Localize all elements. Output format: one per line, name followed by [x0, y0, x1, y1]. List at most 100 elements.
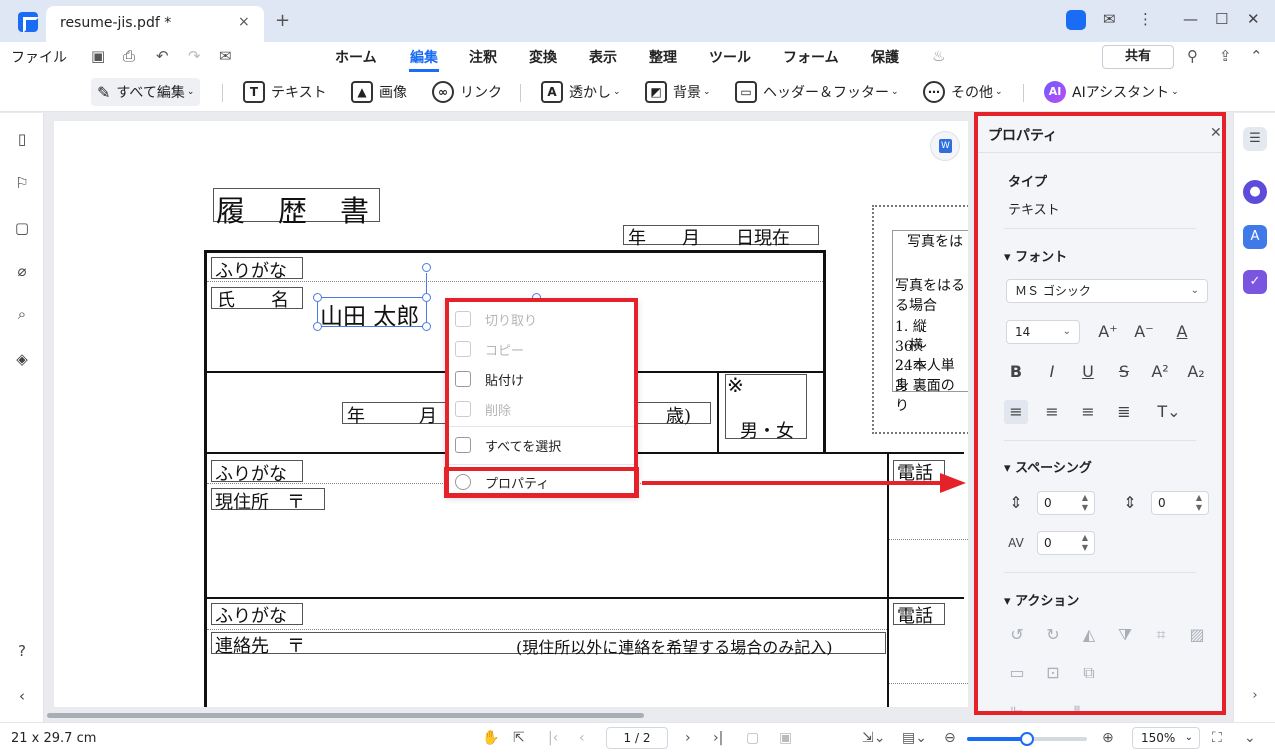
last-page-icon[interactable]: ›|	[713, 730, 723, 746]
menu-home[interactable]: ホーム	[335, 47, 377, 67]
note-mark[interactable]: ※	[727, 373, 744, 397]
align-left-icon[interactable]: ≡	[1004, 400, 1028, 424]
rotate-left-icon[interactable]: ↺	[1006, 624, 1028, 646]
gender-options[interactable]: 男・女	[740, 417, 794, 443]
font-size-select[interactable]: 14 ⌄	[1006, 320, 1080, 344]
redo-icon[interactable]: ↷	[188, 47, 201, 65]
address-label[interactable]: 現住所 〒	[215, 488, 305, 514]
zoom-slider-handle[interactable]	[1020, 732, 1034, 746]
contact-note[interactable]: (現住所以外に連絡を希望する場合のみ記入)	[516, 634, 833, 658]
task-check-icon[interactable]: ✓	[1243, 270, 1267, 294]
collapse-left-icon[interactable]: ‹	[13, 687, 31, 705]
add-link-button[interactable]: ∞ リンク	[432, 78, 502, 106]
upload-icon[interactable]: ⇪	[1219, 47, 1232, 65]
menu-protect[interactable]: 保護	[871, 47, 899, 67]
ocr-icon[interactable]: ⊡	[1042, 662, 1064, 684]
ai-robot-icon[interactable]: ●	[1243, 180, 1267, 204]
increase-font-icon[interactable]: A⁺	[1096, 320, 1120, 344]
font-color-icon[interactable]: A	[1170, 320, 1194, 344]
bookmark-icon[interactable]: ⚐	[13, 174, 31, 192]
connect-icon[interactable]: ⚲	[1187, 47, 1198, 65]
menu-tools[interactable]: ツール	[709, 47, 751, 67]
resize-handle[interactable]	[313, 322, 322, 331]
replace-image-icon[interactable]: ▨	[1186, 624, 1208, 646]
account-icon[interactable]	[1066, 10, 1086, 30]
strikethrough-icon[interactable]: S	[1112, 360, 1136, 384]
ai-assistant-button[interactable]: AI AIアシスタント ⌄	[1044, 78, 1179, 106]
text-selection-box[interactable]	[317, 297, 427, 327]
collapse-right-icon[interactable]: ›	[1243, 684, 1267, 708]
contact-label[interactable]: 連絡先 〒	[215, 632, 305, 658]
rotate-handle[interactable]	[422, 263, 431, 272]
align-objects-icon[interactable]: ⊫	[1006, 702, 1028, 711]
background-button[interactable]: ◩ 背景 ⌄	[645, 78, 711, 106]
share-button[interactable]: 共有	[1102, 45, 1174, 69]
bold-icon[interactable]: B	[1004, 360, 1028, 384]
text-direction-icon[interactable]: T⌄	[1152, 400, 1186, 424]
idea-icon[interactable]: ♨	[932, 47, 945, 65]
font-section[interactable]: ▾ フォント	[1004, 246, 1067, 265]
next-page-icon[interactable]: ›	[685, 730, 691, 746]
zoom-select[interactable]: 150% ⌄	[1132, 727, 1200, 749]
watermark-button[interactable]: A 透かし ⌄	[541, 78, 621, 106]
extract-icon[interactable]: ▭	[1006, 662, 1028, 684]
two-page-icon[interactable]: ▣	[779, 730, 792, 746]
furigana-label[interactable]: ふりがな	[215, 460, 287, 486]
photo-line[interactable]: 3. 裏面のり	[895, 375, 968, 415]
edit-all-button[interactable]: ✎ すべて編集 ⌄	[91, 78, 201, 106]
menu-file[interactable]: ファイル	[11, 47, 67, 67]
new-tab-icon[interactable]: +	[275, 10, 290, 31]
align-center-icon[interactable]: ≡	[1040, 400, 1064, 424]
birth-line[interactable]: 年 月	[347, 402, 437, 428]
single-page-icon[interactable]: ▢	[746, 730, 759, 746]
menu-copy[interactable]: コピー	[455, 337, 524, 361]
spacing-section[interactable]: ▾ スペーシング	[1004, 457, 1092, 476]
phone-label[interactable]: 電話	[897, 602, 933, 628]
menu-comment[interactable]: 注釈	[469, 47, 497, 67]
date-line[interactable]: 年 月 日現在	[628, 224, 790, 250]
hand-tool-icon[interactable]: ✋	[482, 730, 499, 746]
more-options-icon[interactable]: ⋮	[1138, 10, 1153, 28]
properties-panel-icon[interactable]: ☰	[1243, 127, 1267, 151]
select-tool-icon[interactable]: ⇱	[513, 730, 525, 746]
help-icon[interactable]: ?	[13, 642, 31, 660]
translate-text-icon[interactable]: ⧉	[1078, 662, 1100, 684]
align-right-icon[interactable]: ≡	[1076, 400, 1100, 424]
action-section[interactable]: ▾ アクション	[1004, 590, 1079, 609]
horizontal-scrollbar[interactable]	[47, 713, 644, 718]
paragraph-spacing-input[interactable]: 0 ▲ ▼	[1151, 491, 1209, 515]
furigana-label[interactable]: ふりがな	[215, 257, 287, 283]
close-window-icon[interactable]: ✕	[1247, 10, 1260, 28]
subscript-icon[interactable]: A₂	[1184, 360, 1208, 384]
menu-paste[interactable]: 貼付け	[455, 367, 524, 391]
add-image-button[interactable]: ▲ 画像	[351, 78, 407, 106]
menu-convert[interactable]: 変換	[529, 47, 557, 67]
spinner-icon[interactable]: ▲ ▼	[1196, 493, 1202, 513]
first-page-icon[interactable]: |‹	[548, 730, 558, 746]
tab-close-icon[interactable]: ×	[238, 14, 250, 30]
undo-icon[interactable]: ↶	[156, 47, 169, 65]
justify-icon[interactable]: ≣	[1112, 400, 1136, 424]
flip-vertical-icon[interactable]: ⧩	[1114, 624, 1136, 646]
name-label[interactable]: 氏 名	[217, 286, 289, 312]
save-icon[interactable]: ▣	[91, 47, 105, 65]
underline-icon[interactable]: U	[1076, 360, 1100, 384]
distribute-icon[interactable]: ⫴	[1066, 702, 1088, 711]
zoom-out-icon[interactable]: ⊖	[944, 730, 956, 746]
collapse-statusbar-icon[interactable]: ⌄	[1244, 730, 1256, 746]
line-spacing-input[interactable]: 0 ▲ ▼	[1037, 491, 1095, 515]
mail-icon[interactable]: ✉	[219, 47, 232, 65]
close-icon[interactable]: ✕	[1210, 125, 1222, 141]
italic-icon[interactable]: I	[1040, 360, 1064, 384]
spinner-icon[interactable]: ▲ ▼	[1082, 533, 1088, 553]
search-icon[interactable]: ⌕	[13, 305, 31, 323]
character-spacing-input[interactable]: 0 ▲ ▼	[1037, 531, 1095, 555]
more-button[interactable]: ⋯ その他 ⌄	[923, 78, 1003, 106]
previous-page-icon[interactable]: ‹	[579, 730, 585, 746]
photo-line[interactable]: る場合	[895, 295, 937, 315]
resume-title[interactable]: 履 歴 書	[216, 188, 371, 230]
maximize-icon[interactable]: ☐	[1215, 10, 1228, 28]
flip-horizontal-icon[interactable]: ◭	[1078, 624, 1100, 646]
notification-icon[interactable]: ✉	[1103, 10, 1116, 28]
layers-icon[interactable]: ◈	[13, 350, 31, 368]
